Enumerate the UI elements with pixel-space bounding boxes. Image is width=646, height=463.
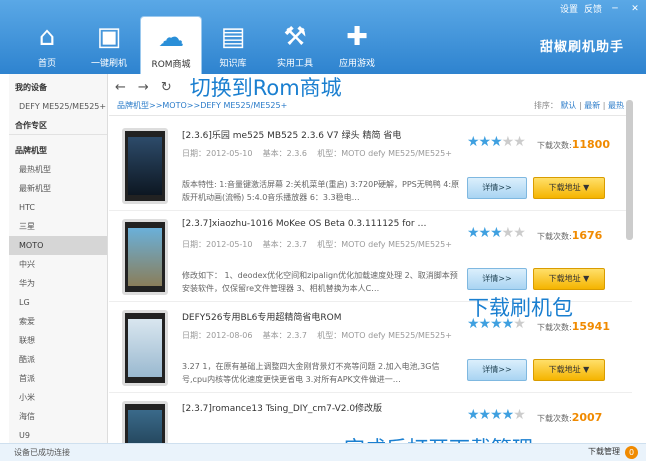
tools-icon: ⚒: [283, 22, 307, 52]
sidebar-coop[interactable]: 合作专区: [9, 116, 107, 135]
download-count: 下载次数:11800: [537, 138, 610, 151]
tab-label: 一键刷机: [90, 59, 127, 69]
rating-stars: ★★★★★: [467, 225, 526, 241]
sidebar-brand-item[interactable]: LG: [9, 293, 107, 312]
download-count: 下载次数:1676: [537, 229, 603, 242]
annotation-download-pkg: 下载刷机包: [468, 296, 573, 320]
rom-screenshot[interactable]: [122, 219, 168, 295]
sidebar-brand-item[interactable]: 中兴: [9, 255, 107, 274]
rom-meta: 日期：2012-08-06 基本：2.3.7 机型：MOTO defy ME52…: [182, 331, 452, 340]
tab-label: ROM商城: [151, 60, 191, 70]
minimize-button[interactable]: ─: [608, 3, 622, 15]
tab-label: 知识库: [219, 59, 247, 69]
sort-hot[interactable]: 最热: [608, 101, 624, 110]
rom-screenshot[interactable]: [122, 310, 168, 386]
download-count-badge: 0: [625, 446, 638, 459]
rom-title[interactable]: DEFY526专用BL6专用超精简省电ROM: [182, 310, 462, 323]
rating-stars: ★★★★★: [467, 134, 526, 150]
rom-item: [2.3.6]乐园 me525 MB525 2.3.6 V7 绿头 精简 省电 …: [109, 120, 632, 211]
sidebar-brand-item[interactable]: 华为: [9, 274, 107, 293]
tab-5[interactable]: ✚ 应用游戏: [326, 16, 388, 74]
settings-link[interactable]: 设置: [560, 2, 578, 15]
sidebar-device-name[interactable]: DEFY ME525/ME525+: [9, 97, 107, 116]
rom-title[interactable]: [2.3.7]xiaozhu-1016 MoKee OS Beta 0.3.11…: [182, 219, 462, 229]
phone-icon: ▣: [96, 22, 122, 52]
rom-list: [2.3.6]乐园 me525 MB525 2.3.6 V7 绿头 精简 省电 …: [109, 120, 632, 443]
detail-button[interactable]: 详情>>: [467, 268, 527, 290]
download-manager-button[interactable]: 下载管理: [588, 446, 620, 457]
annotation-switch-rom: 切换到Rom商城: [189, 76, 342, 100]
connection-status: 设备已成功连接: [14, 448, 70, 457]
rom-title[interactable]: [2.3.6]乐园 me525 MB525 2.3.6 V7 绿头 精简 省电: [182, 128, 462, 141]
refresh-icon[interactable]: ↻: [161, 80, 172, 95]
book-icon: ▤: [220, 22, 246, 52]
sidebar-brand-item[interactable]: 小米: [9, 388, 107, 407]
sidebar-brand-item[interactable]: MOTO: [9, 236, 107, 255]
rom-description: 3.27 1，在原有基础上调整四大金刚背景灯不亮等问题 2.加入电池,3G信号,…: [182, 362, 440, 384]
download-address-button[interactable]: 下载地址 ▼: [533, 359, 605, 381]
tab-label: 首页: [37, 59, 56, 69]
brand-list: 最热机型 最新机型 HTC 三星 MOTO 中兴 华为 LG 索爱 联想 酷派 首派 小米 海信 U9: [9, 160, 107, 445]
nav-bar: ← → ↻ 切换到Rom商城: [109, 74, 632, 100]
tab-0[interactable]: ⌂ 首页: [16, 16, 78, 74]
sidebar-brand-item[interactable]: 索爱: [9, 312, 107, 331]
rom-description: 版本特性: 1:音量键激活屏幕 2:关机菜单(重启) 3:720P硬解，PPS无…: [182, 180, 460, 202]
close-button[interactable]: ✕: [628, 3, 642, 15]
sidebar-brand-item[interactable]: 海信: [9, 407, 107, 426]
rom-meta: 日期：2012-05-10 基本：2.3.6 机型：MOTO defy ME52…: [182, 149, 452, 158]
main-tabs: ⌂ 首页 ▣ 一键刷机 ☁ ROM商城 ▤ 知识库 ⚒ 实用工具 ✚ 应用游戏: [16, 16, 388, 74]
status-bar: 设备已成功连接 下载管理 0: [0, 443, 646, 461]
gamepad-icon: ✚: [346, 22, 368, 52]
cloud-download-icon: ☁: [158, 23, 184, 53]
sidebar-brand-item[interactable]: 三星: [9, 217, 107, 236]
sidebar-brand-item[interactable]: 最新机型: [9, 179, 107, 198]
sidebar-brand-item[interactable]: 首派: [9, 369, 107, 388]
download-address-button[interactable]: 下载地址 ▼: [533, 268, 605, 290]
sort-default[interactable]: 默认: [560, 101, 576, 110]
back-icon[interactable]: ←: [115, 80, 126, 95]
rom-meta: [182, 420, 452, 434]
home-icon: ⌂: [38, 22, 56, 52]
tab-1[interactable]: ▣ 一键刷机: [78, 16, 140, 74]
rom-store-panel: ← → ↻ 切换到Rom商城 品牌机型>>MOTO>>DEFY ME525/ME…: [109, 74, 632, 443]
rating-stars: ★★★★★: [467, 407, 526, 423]
breadcrumb-path[interactable]: 品牌机型>>MOTO>>DEFY ME525/ME525+: [117, 100, 287, 115]
feedback-link[interactable]: 反馈: [584, 2, 602, 15]
forward-icon[interactable]: →: [138, 80, 149, 95]
sidebar-brand-item[interactable]: 最热机型: [9, 160, 107, 179]
sidebar-brand-models[interactable]: 品牌机型: [9, 141, 107, 160]
tab-label: 应用游戏: [338, 59, 375, 69]
top-bar: 设置 反馈 ─ ✕ ⌂ 首页 ▣ 一键刷机 ☁ ROM商城 ▤ 知识库 ⚒ 实用工具 ✚ 应用游戏 甜…: [0, 0, 646, 74]
sidebar: 我的设备 DEFY ME525/ME525+ 合作专区 品牌机型 最热机型 最新机…: [9, 74, 108, 443]
tab-3[interactable]: ▤ 知识库: [202, 16, 264, 74]
rom-screenshot[interactable]: [122, 401, 168, 443]
rom-screenshot[interactable]: [122, 128, 168, 204]
detail-button[interactable]: 详情>>: [467, 177, 527, 199]
sort-bar: 排序： 默认 | 最新 | 最热: [533, 101, 624, 110]
sidebar-brand-item[interactable]: HTC: [9, 198, 107, 217]
download-address-button[interactable]: 下载地址 ▼: [533, 177, 605, 199]
rom-meta: 日期：2012-05-10 基本：2.3.7 机型：MOTO defy ME52…: [182, 240, 452, 249]
download-count: 下载次数:2007: [537, 411, 603, 424]
scrollbar[interactable]: [626, 100, 633, 240]
tab-2[interactable]: ☁ ROM商城: [140, 16, 202, 74]
rom-item: [2.3.7]xiaozhu-1016 MoKee OS Beta 0.3.11…: [109, 211, 632, 302]
app-brand: 甜椒刷机助手: [539, 40, 624, 55]
tab-4[interactable]: ⚒ 实用工具: [264, 16, 326, 74]
breadcrumb: 品牌机型>>MOTO>>DEFY ME525/ME525+ 排序： 默认 | 最…: [109, 100, 632, 116]
rom-title[interactable]: [2.3.7]romance13 Tsing_DIY_cm7-V2.0修改版: [182, 401, 462, 414]
sidebar-my-device[interactable]: 我的设备: [9, 78, 107, 97]
detail-button[interactable]: 详情>>: [467, 359, 527, 381]
sidebar-brand-item[interactable]: 酷派: [9, 350, 107, 369]
sort-new[interactable]: 最新: [584, 101, 600, 110]
sidebar-brand-item[interactable]: 联想: [9, 331, 107, 350]
system-bar: 设置 反馈 ─ ✕: [560, 2, 642, 16]
rom-description: 修改如下： 1、deodex优化空间和zipalign优化加载速度处理 2、取消…: [182, 271, 458, 293]
tab-label: 实用工具: [276, 59, 313, 69]
